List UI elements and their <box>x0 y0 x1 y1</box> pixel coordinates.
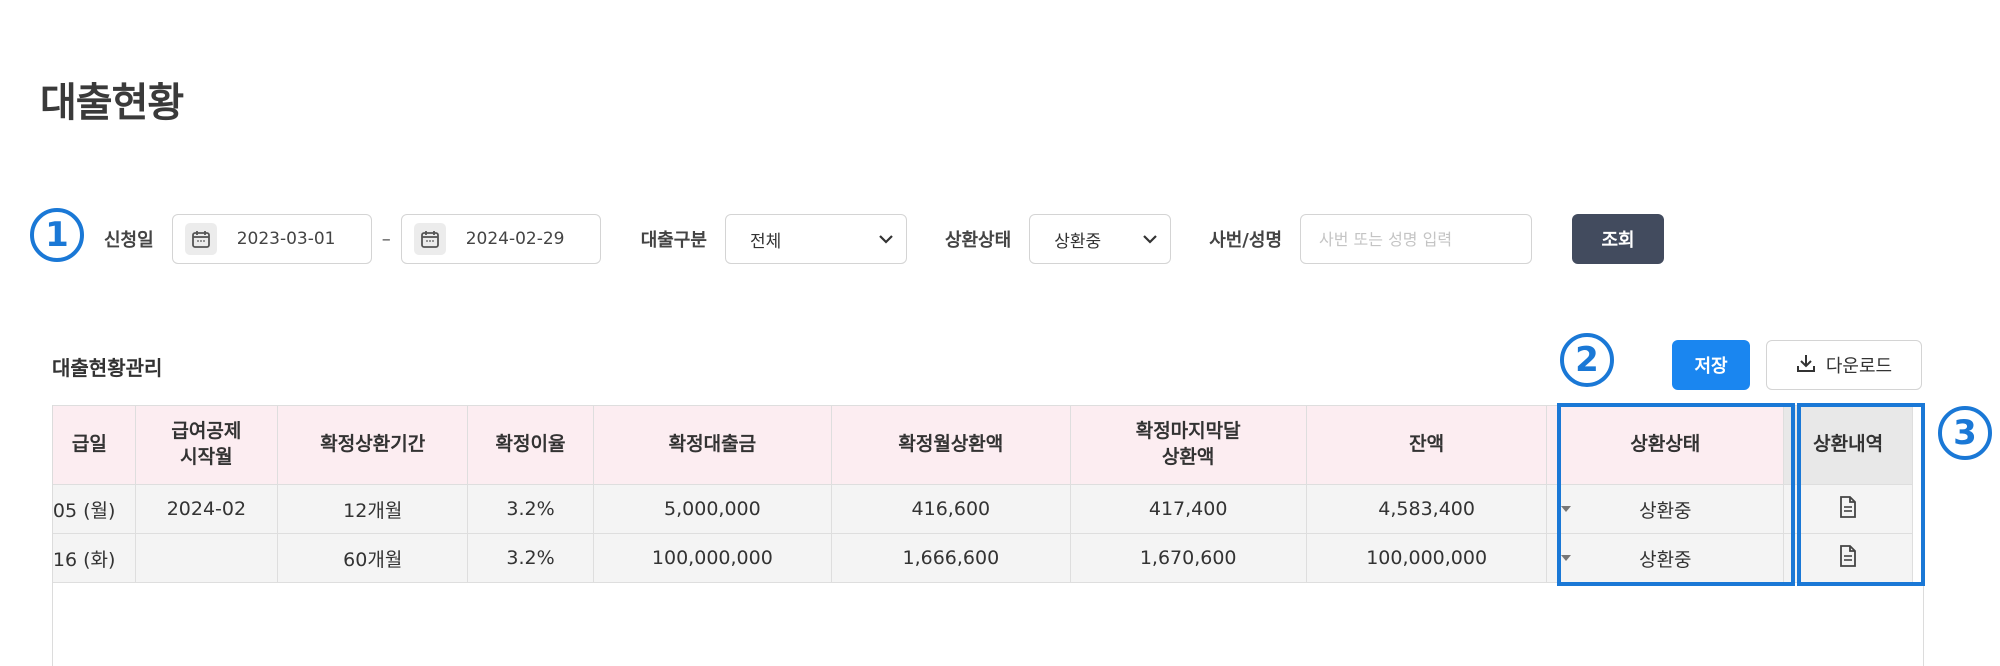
chevron-down-icon <box>878 229 894 249</box>
cell-period: 12개월 <box>277 484 469 534</box>
date-to-field[interactable]: 2024-02-29 <box>400 214 601 264</box>
annotation-marker-1: 1 <box>30 208 84 262</box>
cell-rate: 3.2% <box>467 533 594 583</box>
save-button[interactable]: 저장 <box>1672 340 1750 390</box>
search-button[interactable]: 조회 <box>1572 214 1665 264</box>
table-row[interactable]: -16 (화) 60개월 3.2% 100,000,000 1,666,600 … <box>53 533 1913 583</box>
table-header-row: 급일 급여공제 시작월 확정상환기간 확정이율 확정대출금 확정월상환액 확정마… <box>53 405 1913 485</box>
cell-monthly: 416,600 <box>831 484 1071 534</box>
loan-table: 급일 급여공제 시작월 확정상환기간 확정이율 확정대출금 확정월상환액 확정마… <box>53 405 1913 583</box>
document-icon[interactable] <box>1839 495 1857 523</box>
col-header-amount[interactable]: 확정대출금 <box>592 405 833 485</box>
loan-type-select[interactable]: 전체 <box>724 214 907 264</box>
employee-label: 사번/성명 <box>1209 230 1283 251</box>
calendar-icon[interactable] <box>184 223 217 255</box>
cell-history[interactable] <box>1783 484 1913 534</box>
calendar-icon[interactable] <box>413 223 446 255</box>
page-title: 대출현황 <box>40 80 184 126</box>
download-icon <box>1796 353 1816 378</box>
cell-monthly: 1,666,600 <box>831 533 1071 583</box>
status-value: 상환중 <box>1639 548 1692 571</box>
caret-down-icon <box>1561 506 1572 512</box>
loan-type-label: 대출구분 <box>640 230 707 251</box>
table-row[interactable]: -05 (월) 2024-02 12개월 3.2% 5,000,000 416,… <box>53 484 1913 534</box>
filter-bar: 신청일 2023-03-01 – 2024-02-29 대출구분 전체 상환상태… <box>104 213 1665 265</box>
date-from-value: 2023-03-01 <box>236 229 336 249</box>
date-to-value: 2024-02-29 <box>465 229 565 249</box>
download-button[interactable]: 다운로드 <box>1766 340 1922 390</box>
cell-balance: 100,000,000 <box>1305 533 1548 583</box>
cell-deduct-start: 2024-02 <box>134 484 279 534</box>
apply-date-label: 신청일 <box>104 230 154 251</box>
col-header-history[interactable]: 상환내역 <box>1783 405 1913 485</box>
cell-period: 60개월 <box>277 533 469 583</box>
loan-grid: 급일 급여공제 시작월 확정상환기간 확정이율 확정대출금 확정월상환액 확정마… <box>52 405 1924 666</box>
status-value: 상환중 <box>1639 499 1692 522</box>
section-title: 대출현황관리 <box>52 356 163 380</box>
caret-down-icon <box>1561 555 1572 561</box>
repay-status-label: 상환상태 <box>944 230 1012 251</box>
col-header-deduct-start[interactable]: 급여공제 시작월 <box>134 405 279 485</box>
col-header-balance[interactable]: 잔액 <box>1305 405 1548 485</box>
repay-status-value: 상환중 <box>1054 231 1102 252</box>
col-header-last-month-label: 확정마지막달 상환액 <box>1135 420 1241 468</box>
cell-status-dropdown[interactable]: 상환중 <box>1546 533 1785 583</box>
repay-status-select[interactable]: 상환중 <box>1029 214 1172 264</box>
annotation-marker-3: 3 <box>1938 406 1992 460</box>
col-header-rate[interactable]: 확정이율 <box>467 405 594 485</box>
cell-last-month: 417,400 <box>1069 484 1307 534</box>
col-header-monthly[interactable]: 확정월상환액 <box>831 405 1071 485</box>
employee-search-input[interactable] <box>1300 214 1533 264</box>
cell-amount: 100,000,000 <box>592 533 833 583</box>
cell-history[interactable] <box>1783 533 1913 583</box>
cell-rate: 3.2% <box>467 484 594 534</box>
cell-date: -05 (월) <box>53 484 136 534</box>
cell-deduct-start <box>134 533 279 583</box>
cell-balance: 4,583,400 <box>1305 484 1548 534</box>
col-header-period[interactable]: 확정상환기간 <box>277 405 469 485</box>
col-header-deduct-start-label: 급여공제 시작월 <box>171 420 242 468</box>
col-header-date[interactable]: 급일 <box>53 405 136 485</box>
date-from-field[interactable]: 2023-03-01 <box>171 214 372 264</box>
cell-amount: 5,000,000 <box>592 484 833 534</box>
annotation-marker-2: 2 <box>1560 333 1614 387</box>
col-header-status[interactable]: 상환상태 <box>1546 405 1785 485</box>
download-label: 다운로드 <box>1825 356 1893 377</box>
cell-status-dropdown[interactable]: 상환중 <box>1546 484 1785 534</box>
date-separator: – <box>381 228 391 250</box>
document-icon[interactable] <box>1839 544 1857 572</box>
chevron-down-icon <box>1142 229 1158 249</box>
cell-last-month: 1,670,600 <box>1069 533 1307 583</box>
col-header-last-month[interactable]: 확정마지막달 상환액 <box>1069 405 1307 485</box>
cell-date: -16 (화) <box>53 533 136 583</box>
loan-type-value: 전체 <box>749 231 782 252</box>
